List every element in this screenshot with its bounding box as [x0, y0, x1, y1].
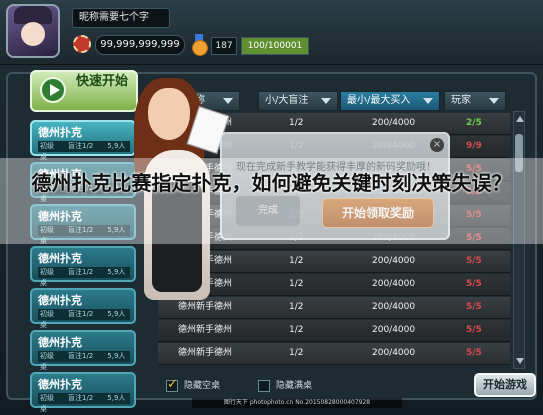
cell-blinds: 1/2: [289, 118, 304, 128]
hide-full-label: 隐藏满桌: [276, 381, 313, 391]
dropdown-arrow-icon: [423, 98, 433, 104]
column-header-blinds[interactable]: 小/大盲注: [258, 91, 338, 111]
cell-buyin: 200/4000: [372, 279, 416, 289]
cell-name: 德州新手德州: [178, 325, 233, 335]
room-item[interactable]: 德州扑克初级 盲注1/2 5,9人桌: [30, 330, 136, 371]
watermark: 图行天下 photophoto.cn No.20150828000407928: [192, 398, 402, 408]
dropdown-arrow-icon: [321, 98, 331, 104]
cell-blinds: 1/2: [289, 325, 304, 335]
room-subtitle: 初级 盲注1/2 5,9人桌: [38, 309, 130, 329]
cell-blinds: 1/2: [289, 302, 304, 312]
coin-balance: 99,999,999,999: [95, 35, 185, 55]
room-name: 德州扑克: [38, 294, 82, 307]
bottom-bar: 隐藏空桌 隐藏满桌 开始游戏: [8, 372, 536, 400]
medal-icon: [191, 34, 208, 56]
cell-buyin: 200/4000: [372, 118, 416, 128]
nickname-field[interactable]: 昵称需要七个字: [72, 8, 170, 28]
avatar[interactable]: [6, 4, 60, 58]
close-icon[interactable]: ×: [430, 138, 444, 152]
cell-blinds: 1/2: [289, 279, 304, 289]
table-row[interactable]: 德州新手德州 1/2 200/4000 5/5: [158, 320, 510, 342]
cell-players: 5/5: [466, 256, 482, 266]
xp-progress-bar: 100/100001: [241, 37, 309, 55]
cell-name: 德州新手德州: [178, 348, 233, 358]
room-subtitle: 初级 盲注1/2 5,9人桌: [38, 267, 130, 287]
room-subtitle: 初级 盲注1/2 5,9人桌: [38, 141, 130, 161]
column-header-players[interactable]: 玩家: [444, 91, 506, 111]
room-name: 德州扑克: [38, 126, 82, 139]
column-header-buyin[interactable]: 最小/最大买入: [340, 91, 440, 111]
witch-hat-icon: [14, 6, 52, 24]
hide-full-checkbox[interactable]: [258, 380, 270, 392]
cell-players: 5/5: [466, 279, 482, 289]
top-bar: 昵称需要七个字 99,999,999,999 187 100/100001: [0, 0, 543, 65]
play-icon: [40, 77, 66, 103]
cell-blinds: 1/2: [289, 256, 304, 266]
cell-buyin: 200/4000: [372, 302, 416, 312]
cell-players: 5/5: [466, 325, 482, 335]
room-name: 德州扑克: [38, 252, 82, 265]
cell-players: 5/5: [466, 302, 482, 312]
xp-text: 100/100001: [247, 41, 303, 51]
scroll-up-icon[interactable]: [516, 116, 524, 122]
cell-buyin: 200/4000: [372, 348, 416, 358]
cell-players: 2/5: [466, 118, 482, 128]
avatar-face: [21, 22, 45, 46]
scroll-down-icon[interactable]: [516, 358, 524, 364]
cell-buyin: 200/4000: [372, 325, 416, 335]
chip-icon: [73, 35, 91, 53]
hide-empty-label: 隐藏空桌: [184, 381, 221, 391]
cell-blinds: 1/2: [289, 348, 304, 358]
cell-players: 5/5: [466, 348, 482, 358]
table-row[interactable]: 德州新手德州 1/2 200/4000 5/5: [158, 343, 510, 365]
player-level: 187: [211, 37, 237, 55]
game-lobby: 昵称需要七个字 99,999,999,999 187 100/100001 快速…: [0, 0, 543, 413]
dropdown-arrow-icon: [489, 98, 499, 104]
cell-players: 9/9: [466, 141, 482, 151]
room-subtitle: 初级 盲注1/2 5,9人桌: [38, 351, 130, 371]
cell-buyin: 200/4000: [372, 256, 416, 266]
headline-text: 德州扑克比赛指定扑克，如何避免关键时刻决策失误？: [31, 171, 512, 195]
start-game-button[interactable]: 开始游戏: [474, 373, 536, 397]
hide-empty-checkbox[interactable]: [166, 377, 178, 392]
room-name: 德州扑克: [38, 336, 82, 349]
